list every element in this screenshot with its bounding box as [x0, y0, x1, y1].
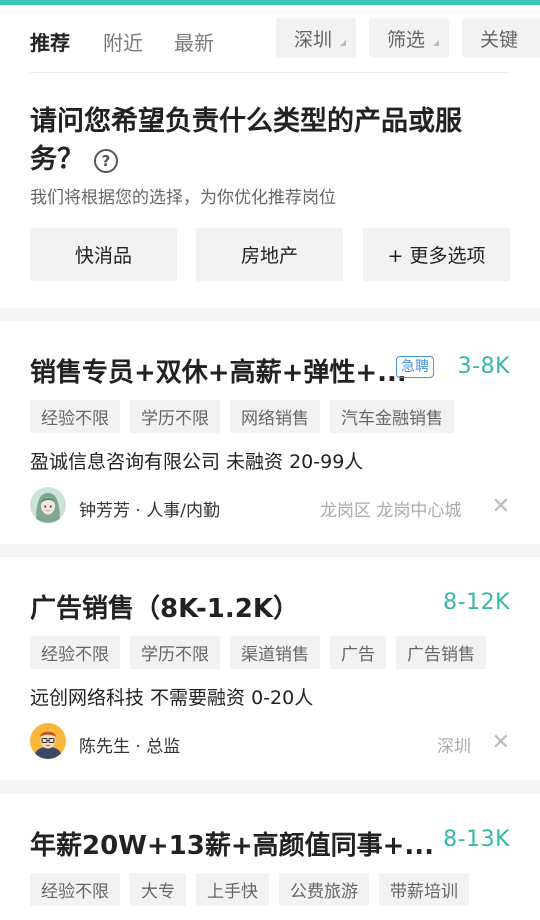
- preference-subtitle: 我们将根据您的选择，为你优化推荐岗位: [30, 188, 336, 208]
- job-tag: 网络销售: [230, 400, 320, 433]
- recruiter-info: 钟芳芳 · 人事/内勤: [79, 501, 220, 521]
- tab-recommended[interactable]: 推荐: [30, 27, 70, 56]
- job-tag: 大专: [130, 873, 186, 906]
- question-circle-icon[interactable]: ?: [94, 149, 118, 173]
- recruiter-info: 陈先生 · 总监: [79, 737, 181, 757]
- job-location: 深圳: [437, 737, 471, 757]
- job-tag: 带薪培训: [379, 873, 469, 906]
- avatar-girl-icon: [30, 487, 66, 523]
- job-salary: 8-13K: [443, 827, 510, 852]
- job-tags: 经验不限 大专 上手快 公费旅游 带薪培训: [30, 873, 469, 906]
- job-card[interactable]: 年薪20W+13薪+高颜值同事+... 8-13K 经验不限 大专 上手快 公费…: [0, 794, 540, 920]
- keyword-filter-label: 关键: [480, 28, 519, 51]
- dropdown-triangle-icon: [433, 40, 439, 46]
- job-tag: 渠道销售: [230, 636, 320, 669]
- job-salary: 8-12K: [443, 590, 510, 615]
- option-real-estate-button[interactable]: 房地产: [196, 228, 343, 281]
- close-icon[interactable]: ✕: [492, 732, 510, 754]
- job-card[interactable]: 销售专员+双休+高薪+弹性+... 急聘 3-8K 经验不限 学历不限 网络销售…: [0, 321, 540, 544]
- preference-card: 请问您希望负责什么类型的产品或服务？? 我们将根据您的选择，为你优化推荐岗位 快…: [0, 73, 540, 308]
- job-tag: 广告销售: [396, 636, 486, 669]
- job-tag: 广告: [330, 636, 386, 669]
- job-tag: 汽车金融销售: [330, 400, 454, 433]
- tab-nearby[interactable]: 附近: [103, 27, 143, 56]
- job-title: 广告销售（8K-1.2K）: [30, 594, 299, 624]
- avatar-man-icon: [30, 723, 66, 759]
- job-card[interactable]: 广告销售（8K-1.2K） 8-12K 经验不限 学历不限 渠道销售 广告 广告…: [0, 557, 540, 780]
- keyword-filter-button[interactable]: 关键: [462, 18, 540, 58]
- close-icon[interactable]: ✕: [492, 496, 510, 518]
- city-filter-button[interactable]: 深圳: [276, 18, 356, 58]
- job-tag: 公费旅游: [279, 873, 369, 906]
- job-location: 龙岗区 龙岗中心城: [320, 501, 462, 521]
- option-fmcg-button[interactable]: 快消品: [30, 228, 177, 281]
- job-salary: 3-8K: [457, 354, 510, 379]
- job-tag: 经验不限: [30, 873, 120, 906]
- company-info: 盈诚信息咨询有限公司 未融资 20-99人: [30, 451, 364, 473]
- header-bar: 推荐 附近 最新 深圳 筛选 关键: [0, 5, 540, 73]
- job-tag: 学历不限: [130, 636, 220, 669]
- city-filter-label: 深圳: [294, 28, 333, 51]
- job-tag: 经验不限: [30, 636, 120, 669]
- avatar: [30, 487, 66, 523]
- company-info: 远创网络科技 不需要融资 0-20人: [30, 687, 314, 709]
- option-more-button[interactable]: + 更多选项: [363, 228, 510, 281]
- job-title: 年薪20W+13薪+高颜值同事+...: [30, 831, 435, 861]
- tab-latest[interactable]: 最新: [174, 27, 214, 56]
- urgent-badge: 急聘: [396, 356, 434, 378]
- job-title: 销售专员+双休+高薪+弹性+...: [30, 358, 407, 388]
- job-tag: 上手快: [196, 873, 269, 906]
- preference-question-block: 请问您希望负责什么类型的产品或服务？?: [30, 103, 490, 179]
- dropdown-triangle-icon: [340, 40, 346, 46]
- job-tags: 经验不限 学历不限 网络销售 汽车金融销售: [30, 400, 454, 433]
- job-tag: 经验不限: [30, 400, 120, 433]
- filter-label: 筛选: [387, 28, 426, 51]
- filter-button[interactable]: 筛选: [369, 18, 449, 58]
- job-tag: 学历不限: [130, 400, 220, 433]
- avatar: [30, 723, 66, 759]
- job-tags: 经验不限 学历不限 渠道销售 广告 广告销售: [30, 636, 486, 669]
